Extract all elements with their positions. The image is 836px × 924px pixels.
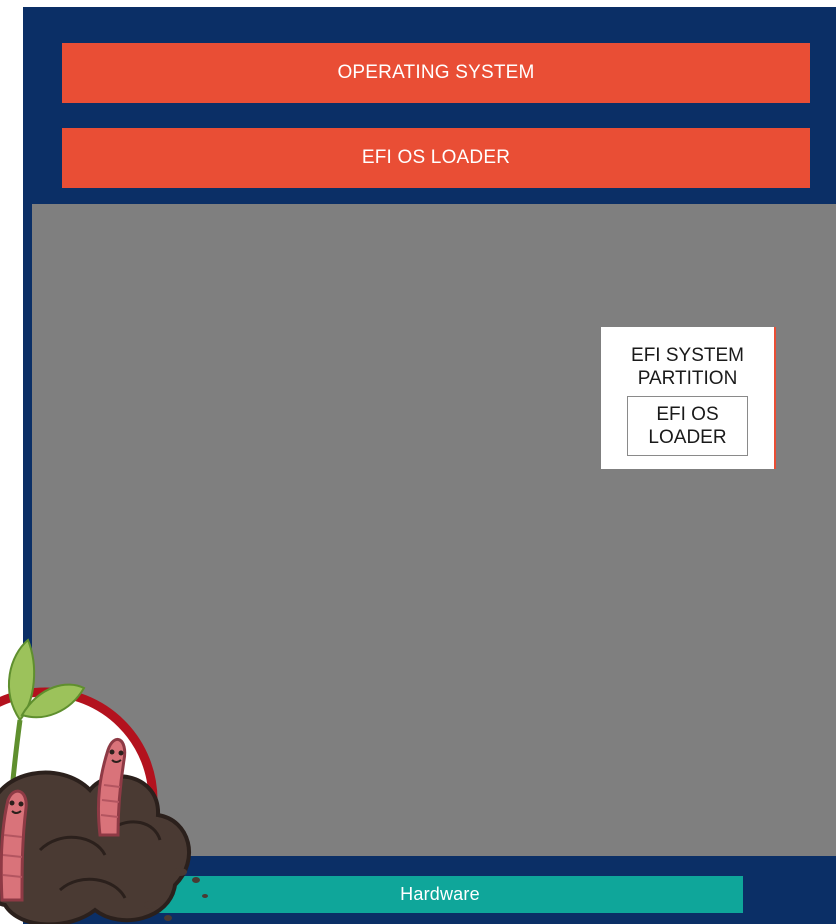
efi-system-partition-box: EFI SYSTEM PARTITION EFI OS LOADER xyxy=(601,327,776,469)
operating-system-layer: OPERATING SYSTEM xyxy=(62,43,810,103)
efi-os-loader-label: EFI OS LOADER xyxy=(361,147,511,168)
esp-os-loader-box: EFI OS LOADER xyxy=(627,396,748,456)
efi-os-loader-layer: EFI OS LOADER xyxy=(62,128,810,188)
diagram-canvas: OPERATING SYSTEM EFI OS LOADER EFI SYSTE… xyxy=(0,0,836,924)
operating-system-label: OPERATING SYSTEM xyxy=(337,62,535,83)
hardware-layer: Hardware xyxy=(137,876,743,913)
worms-in-soil-with-sprout-icon xyxy=(0,638,208,924)
esp-os-loader-label: EFI OS LOADER xyxy=(648,404,727,448)
hardware-label: Hardware xyxy=(400,884,480,904)
efi-system-partition-title: EFI SYSTEM PARTITION xyxy=(631,345,744,389)
